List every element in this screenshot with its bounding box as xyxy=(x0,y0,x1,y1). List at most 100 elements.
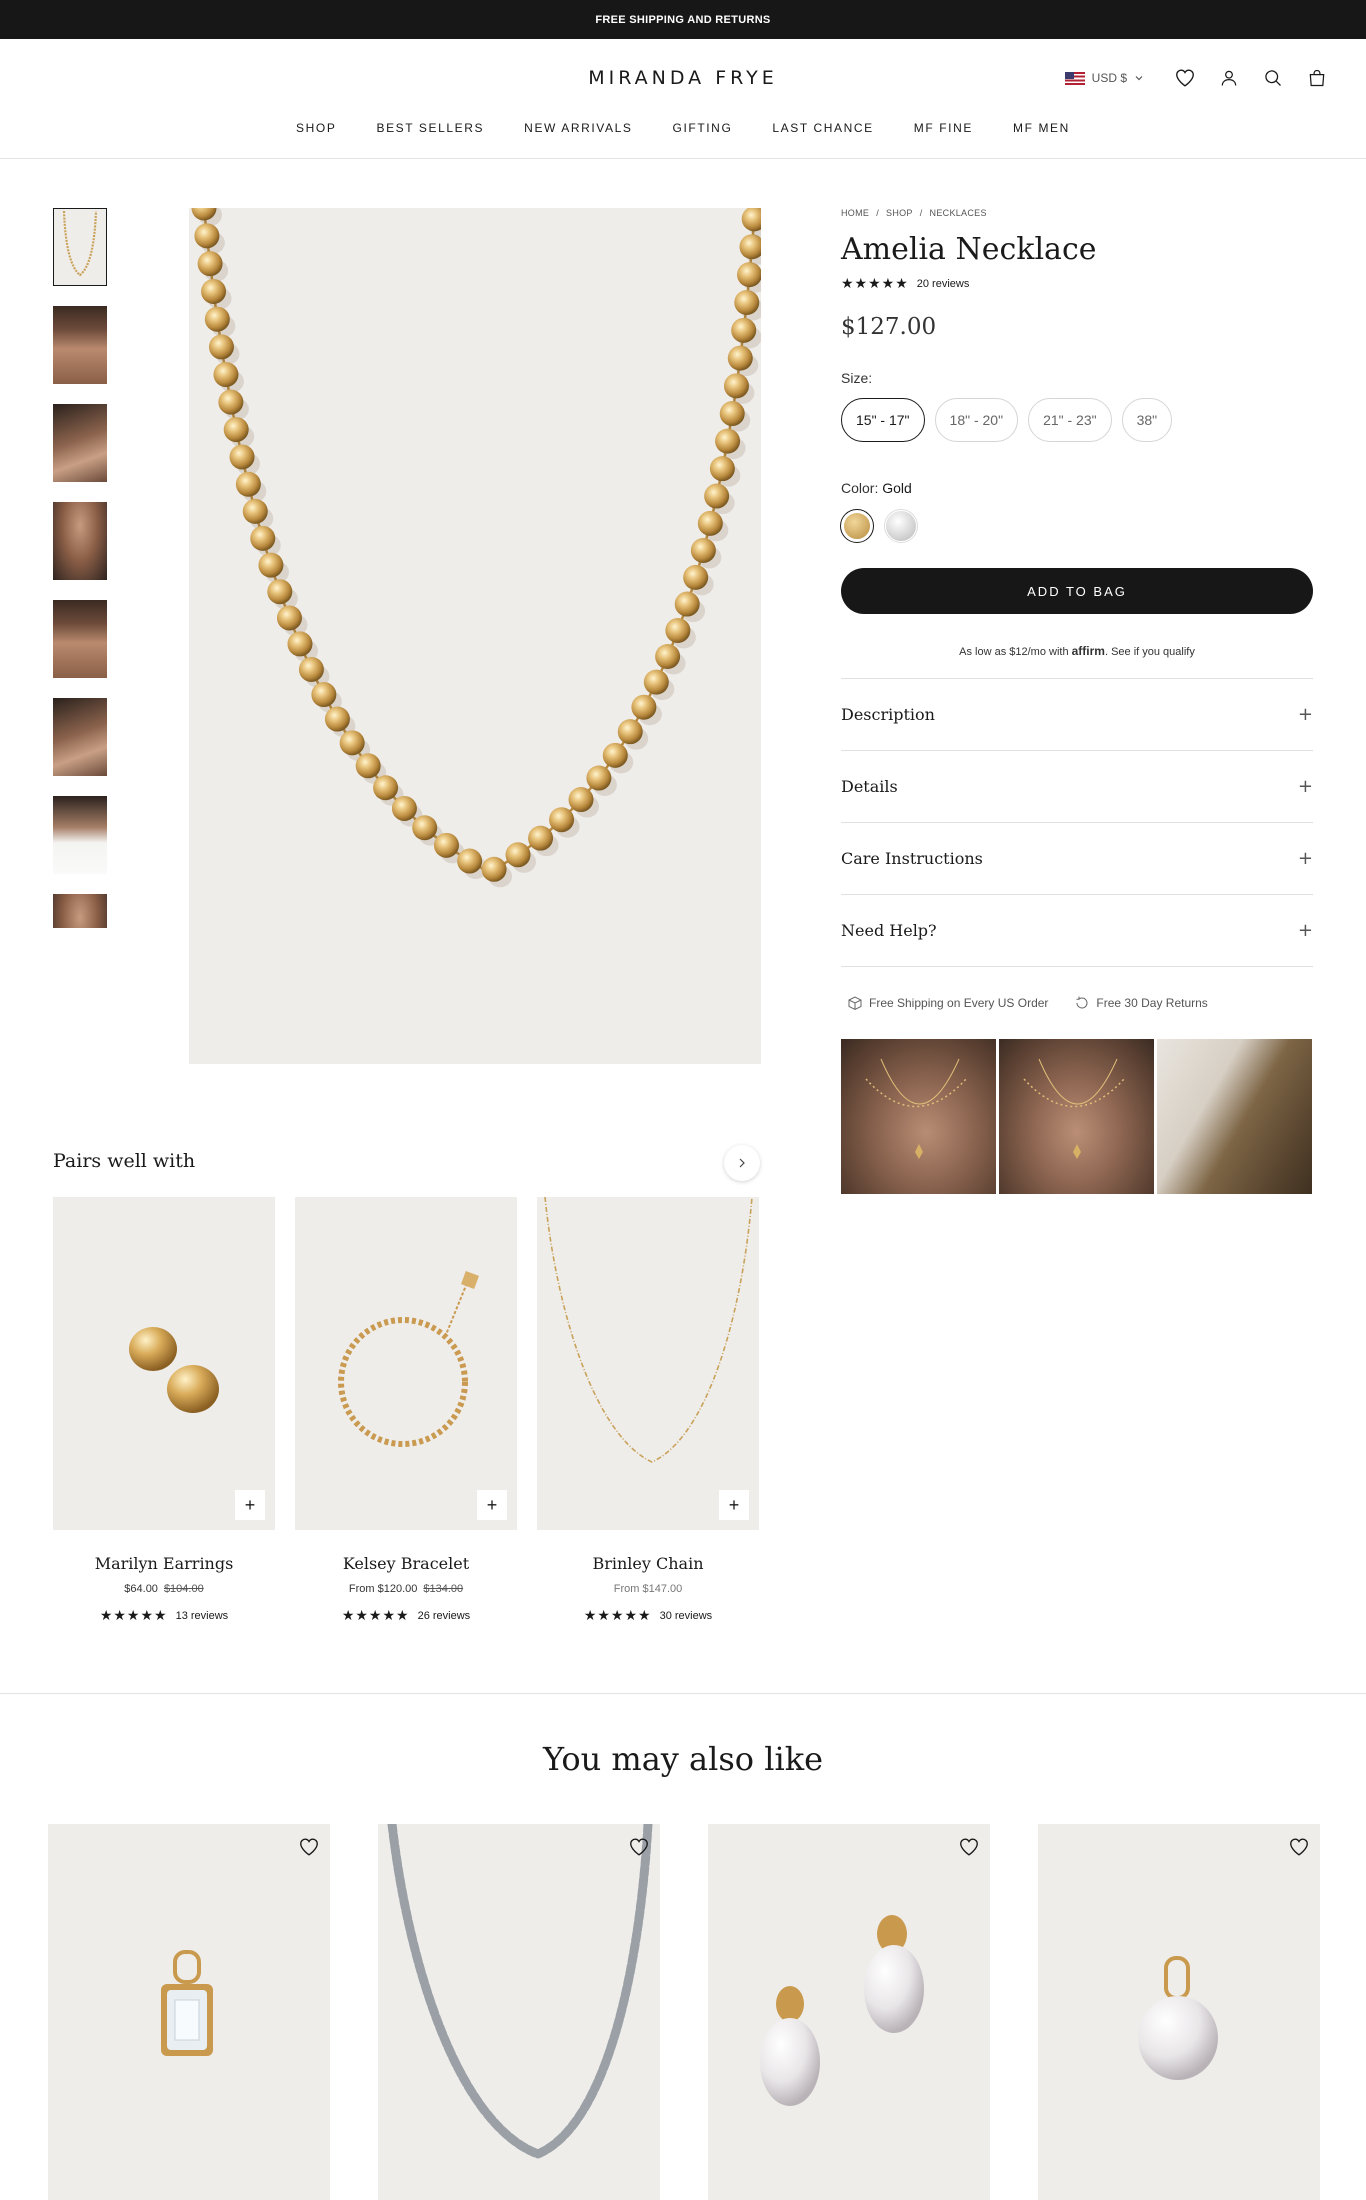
product-image[interactable]: + xyxy=(537,1197,759,1530)
account-icon[interactable] xyxy=(1218,67,1240,89)
star-rating-icons: ★★★★★ xyxy=(841,275,909,291)
necklace-bead xyxy=(731,317,757,343)
thumbnail[interactable] xyxy=(53,698,107,776)
gallery-image[interactable] xyxy=(999,1039,1154,1194)
nav-item-last-chance[interactable]: LAST CHANCE xyxy=(772,121,873,135)
breadcrumb-necklaces[interactable]: NECKLACES xyxy=(930,208,987,218)
pairs-product-card[interactable]: + Brinley Chain From $147.00 ★★★★★ 30 re… xyxy=(537,1197,759,1624)
thumbnail[interactable] xyxy=(53,600,107,678)
nav-item-best-sellers[interactable]: BEST SELLERS xyxy=(376,121,484,135)
size-option-21-23[interactable]: 21" - 23" xyxy=(1028,398,1112,442)
necklace-bead xyxy=(739,234,761,260)
review-count: 13 reviews xyxy=(175,1609,229,1622)
breadcrumb-separator: / xyxy=(919,208,923,218)
size-label: Size: xyxy=(841,370,873,386)
necklace-bead xyxy=(235,471,261,497)
nav-item-mf-men[interactable]: MF MEN xyxy=(1013,121,1070,135)
us-flag-icon xyxy=(1064,71,1085,85)
quick-add-button[interactable]: + xyxy=(477,1490,507,1520)
affirm-qualify-link[interactable]: . See if you qualify xyxy=(1105,646,1195,658)
thumbnail[interactable] xyxy=(53,306,107,384)
pairs-section-title: Pairs well with xyxy=(53,1150,196,1172)
thumbnail[interactable] xyxy=(53,502,107,580)
thumbnail[interactable] xyxy=(53,208,107,286)
necklace-bead xyxy=(412,815,438,841)
main-product-image[interactable] xyxy=(189,208,761,1064)
wishlist-heart-icon[interactable] xyxy=(1174,67,1196,89)
necklace-bead xyxy=(204,306,230,332)
necklace-bead xyxy=(194,223,220,249)
gallery-image[interactable] xyxy=(841,1039,996,1194)
box-icon xyxy=(848,996,862,1011)
necklace-bead xyxy=(267,579,293,605)
product-name[interactable]: Brinley Chain xyxy=(537,1554,759,1573)
necklace-bead xyxy=(258,552,284,578)
search-icon[interactable] xyxy=(1262,67,1284,89)
thumbnail[interactable] xyxy=(53,894,107,928)
nav-item-new-arrivals[interactable]: NEW ARRIVALS xyxy=(524,121,632,135)
size-option-18-20[interactable]: 18" - 20" xyxy=(934,398,1019,442)
also-like-title: You may also like xyxy=(542,1740,824,1778)
nav-item-mf-fine[interactable]: MF FINE xyxy=(914,121,973,135)
accordion-description[interactable]: Description + xyxy=(841,679,1313,751)
carousel-next-button[interactable] xyxy=(724,1145,760,1181)
accordion-need-help[interactable]: Need Help? + xyxy=(841,895,1313,967)
plus-icon: + xyxy=(1297,776,1313,797)
pearl-earrings-image xyxy=(760,1915,924,2106)
pairs-product-card[interactable]: + Kelsey Bracelet From $120.00 $134.00 ★★… xyxy=(295,1197,517,1624)
product-price: $127.00 xyxy=(841,314,937,340)
perk-label: Free 30 Day Returns xyxy=(1096,996,1208,1010)
product-name[interactable]: Marilyn Earrings xyxy=(53,1554,275,1573)
quick-add-button[interactable]: + xyxy=(235,1490,265,1520)
review-count[interactable]: 20 reviews xyxy=(917,278,970,290)
accordion-details[interactable]: Details + xyxy=(841,751,1313,823)
size-option-15-17[interactable]: 15" - 17" xyxy=(841,398,925,442)
ball-chain-necklace-image xyxy=(191,208,761,888)
size-option-38[interactable]: 38" xyxy=(1121,398,1173,442)
product-image[interactable]: + xyxy=(295,1197,517,1530)
recommended-product-card[interactable] xyxy=(1038,1824,1320,2200)
product-name[interactable]: Kelsey Bracelet xyxy=(295,1554,517,1573)
wishlist-heart-icon[interactable] xyxy=(1288,1836,1310,1863)
product-rating: ★★★★★ 13 reviews xyxy=(53,1607,275,1624)
breadcrumb: HOME / SHOP / NECKLACES xyxy=(841,208,1313,218)
necklace-bead xyxy=(339,730,365,756)
necklace-bead xyxy=(709,456,735,482)
sale-price: $64.00 xyxy=(124,1583,158,1595)
star-rating-icons: ★★★★★ xyxy=(99,1607,168,1623)
breadcrumb-home[interactable]: HOME xyxy=(841,208,869,218)
necklace-bead xyxy=(643,669,669,695)
color-swatch-gold[interactable] xyxy=(840,509,874,543)
recommended-product-card[interactable] xyxy=(708,1824,990,2200)
thumbnail[interactable] xyxy=(53,404,107,482)
product-rating[interactable]: ★★★★★ 20 reviews xyxy=(841,275,1313,292)
affirm-message: As low as $12/mo with affirm. See if you… xyxy=(841,644,1313,658)
necklace-bead xyxy=(324,706,350,732)
color-swatch-silver[interactable] xyxy=(884,509,918,543)
plus-icon: + xyxy=(1297,920,1313,941)
necklace-bead xyxy=(665,617,691,643)
quick-add-button[interactable]: + xyxy=(719,1490,749,1520)
compare-price: $134.00 xyxy=(423,1583,464,1595)
compare-price: $104.00 xyxy=(163,1583,204,1595)
recommended-product-card[interactable] xyxy=(378,1824,660,2200)
shopping-bag-icon[interactable] xyxy=(1306,67,1328,89)
accordion-care-instructions[interactable]: Care Instructions + xyxy=(841,823,1313,895)
pairs-product-card[interactable]: + Marilyn Earrings $64.00 $104.00 ★★★★★ 1… xyxy=(53,1197,275,1624)
wishlist-heart-icon[interactable] xyxy=(298,1836,320,1863)
wishlist-heart-icon[interactable] xyxy=(628,1836,650,1863)
color-label-row: Color: Gold xyxy=(841,480,1313,496)
thumbnail[interactable] xyxy=(53,796,107,874)
product-title: Amelia Necklace xyxy=(841,232,1097,267)
gallery-image[interactable] xyxy=(1157,1039,1312,1194)
recommended-product-card[interactable] xyxy=(48,1824,330,2200)
wishlist-heart-icon[interactable] xyxy=(958,1836,980,1863)
breadcrumb-shop[interactable]: SHOP xyxy=(886,208,913,218)
add-to-bag-button[interactable]: ADD TO BAG xyxy=(841,568,1313,614)
nav-item-shop[interactable]: SHOP xyxy=(296,121,336,135)
necklace-bead xyxy=(391,795,417,821)
nav-item-gifting[interactable]: GIFTING xyxy=(673,121,733,135)
product-image[interactable]: + xyxy=(53,1197,275,1530)
review-count: 26 reviews xyxy=(417,1609,471,1622)
currency-selector[interactable]: USD $ xyxy=(1064,71,1144,85)
